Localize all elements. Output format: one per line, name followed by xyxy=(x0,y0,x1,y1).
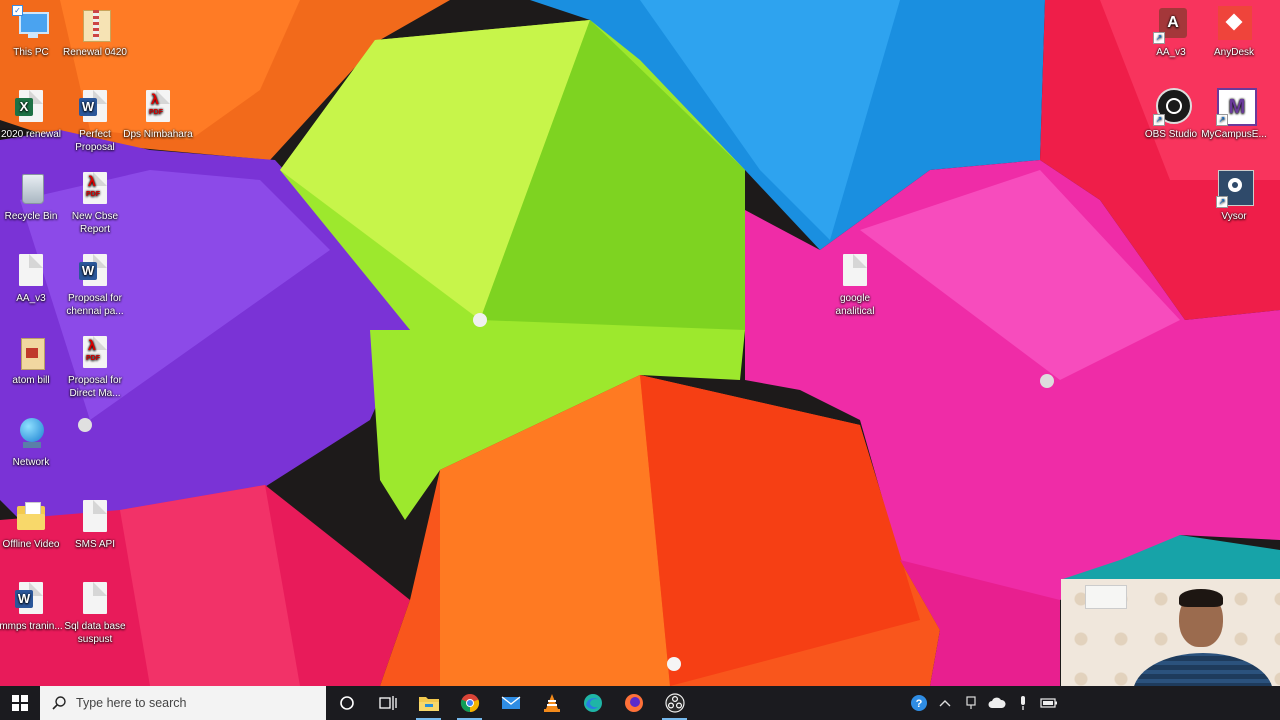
pdf-file-icon: λ PDF xyxy=(140,88,176,126)
desktop-icon-network[interactable]: Network xyxy=(0,416,68,469)
tray-onedrive[interactable] xyxy=(984,686,1010,720)
task-view-button[interactable] xyxy=(367,686,408,720)
tray-help[interactable]: ? xyxy=(906,686,932,720)
obs-icon xyxy=(664,693,685,713)
mail-icon xyxy=(501,696,520,709)
desktop-icon-label: Renewal 0420 xyxy=(63,47,127,58)
desktop-icon-google-analytical[interactable]: google analitical xyxy=(818,252,892,318)
switch-board xyxy=(1085,585,1127,609)
network-icon xyxy=(966,696,976,709)
taskbar-vlc[interactable] xyxy=(531,686,572,720)
blank-file-icon xyxy=(77,498,113,536)
battery-icon xyxy=(1040,698,1057,708)
checkbox-indicator[interactable]: ✓ xyxy=(12,5,23,16)
task-view-icon xyxy=(378,696,397,710)
desktop-icon-sql-database[interactable]: Sql data base suspust xyxy=(58,580,132,646)
taskbar-edge[interactable] xyxy=(572,686,613,720)
system-tray: ? xyxy=(906,686,1062,720)
access-app-icon: A ↗ xyxy=(1153,6,1189,44)
desktop-icon-label: Proposal for Direct Ma... xyxy=(68,375,122,399)
desktop-icon-label: SMS API xyxy=(74,539,115,550)
windows-logo-icon xyxy=(12,695,28,711)
desktop-icon-proposal-direct[interactable]: λ PDF Proposal for Direct Ma... xyxy=(58,334,132,400)
desktop-icon-label: Proposal for chennai pa... xyxy=(66,293,124,317)
tray-battery[interactable] xyxy=(1036,686,1062,720)
folder-icon xyxy=(13,498,49,536)
zip-folder-icon xyxy=(77,6,113,44)
edge-icon xyxy=(583,694,602,712)
search-placeholder: Type here to search xyxy=(76,696,187,710)
desktop-icon-vysor[interactable]: ↗ Vysor xyxy=(1197,170,1271,223)
taskbar-mail[interactable] xyxy=(490,686,531,720)
obs-icon: ↗ xyxy=(1153,88,1192,126)
desktop-icon-mycampus[interactable]: M ↗ MyCampusE... xyxy=(1197,88,1271,141)
pdf-file-icon: λ PDF xyxy=(77,334,113,372)
blank-file-icon xyxy=(77,580,113,618)
desktop-icon-label: google analitical xyxy=(835,293,875,317)
blank-file-icon xyxy=(837,252,873,290)
word-file-icon: W xyxy=(77,252,113,290)
blank-file-icon xyxy=(13,252,49,290)
taskbar-search-box[interactable]: Type here to search xyxy=(40,686,326,720)
svg-text:?: ? xyxy=(916,698,923,710)
pdf-file-icon: λ PDF xyxy=(77,170,113,208)
firefox-icon xyxy=(624,694,643,712)
desktop-icon-label: Dps Nimbahara xyxy=(123,129,193,140)
desktop-icon-anydesk[interactable]: AnyDesk xyxy=(1197,6,1271,59)
desktop-icon-label: Network xyxy=(12,457,50,468)
person-hair xyxy=(1179,589,1223,607)
desktop-icon-renewal[interactable]: Renewal 0420 xyxy=(58,6,132,59)
mycampus-icon: M ↗ xyxy=(1216,88,1257,126)
help-icon: ? xyxy=(911,695,927,711)
anydesk-icon xyxy=(1216,6,1252,44)
desktop-icon-new-cbse-report[interactable]: λ PDF New Cbse Report xyxy=(58,170,132,236)
word-file-icon: W xyxy=(13,580,49,618)
onedrive-cloud-icon xyxy=(988,697,1006,708)
desktop-icon-proposal-chennai[interactable]: W Proposal for chennai pa... xyxy=(58,252,132,318)
desktop-icon-sms-api[interactable]: SMS API xyxy=(58,498,132,551)
excel-file-icon: X xyxy=(13,88,49,126)
desktop-icon-label: MyCampusE... xyxy=(1201,129,1267,140)
word-file-icon: W xyxy=(77,88,113,126)
chevron-up-icon xyxy=(939,700,951,707)
desktop-icon-label: Sql data base suspust xyxy=(64,621,126,645)
taskbar-file-explorer[interactable] xyxy=(408,686,449,720)
taskbar-firefox[interactable] xyxy=(613,686,654,720)
vlc-cone-icon xyxy=(543,694,560,712)
tray-chevron-up[interactable] xyxy=(932,686,958,720)
chrome-icon xyxy=(460,694,479,713)
taskbar-chrome[interactable] xyxy=(449,686,490,720)
image-file-icon xyxy=(13,334,49,372)
tray-network[interactable] xyxy=(958,686,984,720)
recycle-bin-icon xyxy=(13,170,49,208)
network-globe-icon xyxy=(13,416,49,454)
cortana-button[interactable] xyxy=(326,686,367,720)
desktop-icon-label: AnyDesk xyxy=(1213,47,1254,58)
file-explorer-icon xyxy=(418,697,439,711)
taskbar: Type here to search ? xyxy=(0,686,1280,720)
tray-microphone[interactable] xyxy=(1010,686,1036,720)
vysor-icon: ↗ xyxy=(1216,170,1254,208)
desktop-icon-dps-nimbahara[interactable]: λ PDF Dps Nimbahara xyxy=(121,88,195,141)
search-icon xyxy=(52,696,66,710)
cortana-circle-icon xyxy=(339,696,354,710)
microphone-icon xyxy=(1021,696,1025,710)
taskbar-obs[interactable] xyxy=(654,686,695,720)
desktop-icon-label: New Cbse Report xyxy=(71,211,119,235)
desktop-icon-label: Vysor xyxy=(1221,211,1247,222)
start-button[interactable] xyxy=(0,686,40,720)
